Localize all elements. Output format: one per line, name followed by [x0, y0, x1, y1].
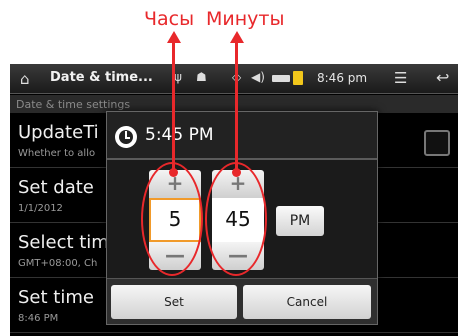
minutes-highlight-ring [205, 162, 267, 276]
am-pm-toggle-button[interactable]: PM [276, 206, 324, 236]
charging-icon [293, 71, 303, 85]
screenshot-stage: Часы Минуты ⌂ Date & time... ψ ☗ ◇ ◀) 8:… [0, 0, 458, 336]
dialog-title: 5:45 PM [145, 125, 214, 145]
usb-icon: ψ [174, 70, 182, 84]
minutes-annotation-dot [232, 168, 241, 177]
minutes-arrow-shaft [235, 42, 238, 170]
hours-arrow-shaft [172, 42, 175, 170]
auto-update-checkbox[interactable] [424, 130, 450, 156]
pref-title: UpdateTi [18, 122, 99, 143]
hours-annotation: Часы [144, 8, 195, 30]
battery-icon [272, 75, 290, 82]
set-button[interactable]: Set [111, 285, 237, 319]
pref-title: Set time [18, 287, 94, 308]
action-bar: ⌂ Date & time... ψ ☗ ◇ ◀) 8:46 pm ☰ ↩ [10, 64, 458, 94]
hours-highlight-ring [141, 162, 203, 276]
cancel-button[interactable]: Cancel [243, 285, 371, 319]
back-arrow-icon[interactable]: ↩ [436, 68, 449, 87]
pref-summary: Whether to allo [18, 148, 96, 159]
dialog-header: 5:45 PM [107, 112, 377, 160]
pref-summary: 8:46 PM [18, 313, 59, 324]
home-icon[interactable]: ⌂ [20, 70, 30, 88]
action-bar-title: Date & time... [50, 70, 153, 85]
menu-icon[interactable]: ☰ [394, 69, 407, 87]
pref-summary: 1/1/2012 [18, 203, 63, 214]
status-time: 8:46 pm [317, 71, 368, 85]
android-debug-icon: ☗ [196, 70, 207, 84]
minutes-annotation: Минуты [206, 8, 285, 30]
pref-summary: GMT+08:00, Ch [18, 258, 98, 269]
clock-hand [125, 137, 130, 139]
volume-icon: ◀) [251, 70, 265, 84]
hours-annotation-dot [169, 168, 178, 177]
dialog-button-bar: Set Cancel [107, 278, 377, 324]
pref-title: Set date [18, 177, 94, 198]
pref-title: Select tim [18, 232, 109, 253]
